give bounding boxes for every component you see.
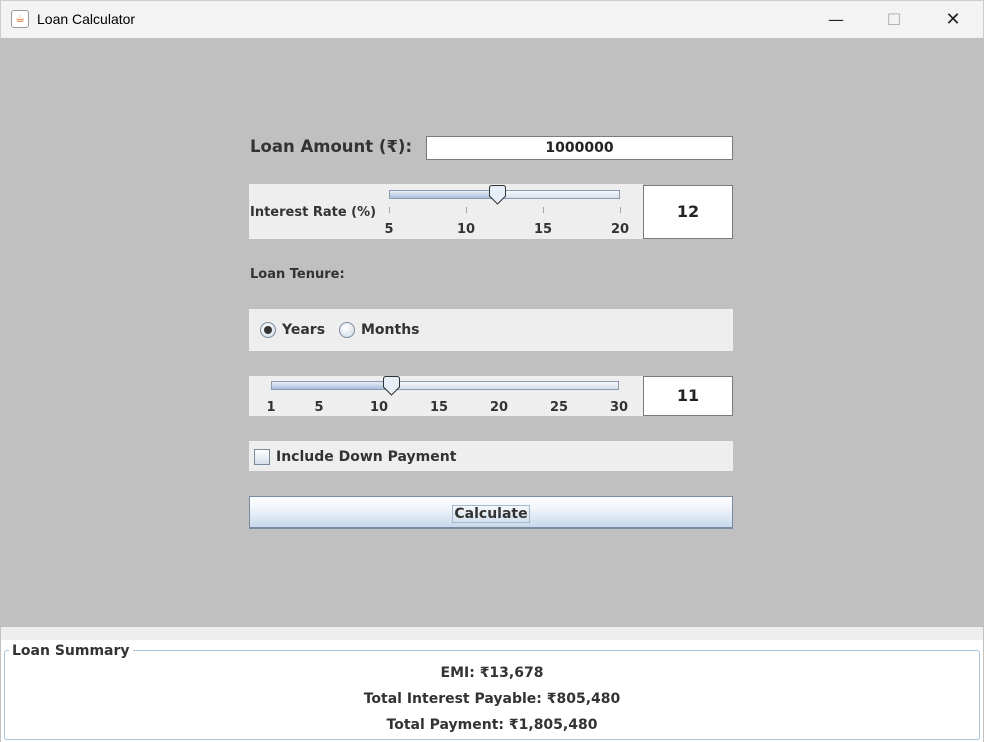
minimize-button[interactable]: — <box>807 1 865 39</box>
years-label[interactable]: Years <box>282 322 325 338</box>
tenure-tick-label: 5 <box>314 400 324 415</box>
interest_rate-tick-label: 20 <box>610 222 630 237</box>
months-radio[interactable] <box>339 322 355 338</box>
close-icon: ✕ <box>945 9 961 30</box>
emi-text: EMI: ₹13,678 <box>440 665 544 681</box>
maximize-icon: ☐ <box>886 10 902 29</box>
close-button[interactable]: ✕ <box>924 1 982 39</box>
interest-rate-value[interactable]: 12 <box>643 185 733 239</box>
minimize-icon: — <box>828 10 844 29</box>
interest_rate-tick-mark <box>543 207 544 213</box>
interest_rate-thumb[interactable] <box>488 185 507 205</box>
tenure-tick-label: 15 <box>429 400 449 415</box>
tenure-track-fill <box>272 382 392 389</box>
down-payment-label[interactable]: Include Down Payment <box>276 449 456 465</box>
interest_rate-tick-mark <box>466 207 467 213</box>
loan-tenure-label: Loan Tenure: <box>250 267 345 282</box>
interest_rate-tick-mark <box>389 207 390 213</box>
tenure-tick-label: 20 <box>489 400 509 415</box>
total-payment-text: Total Payment: ₹1,805,480 <box>386 717 598 733</box>
total-interest-text: Total Interest Payable: ₹805,480 <box>363 691 621 707</box>
tenure-tick-label: 1 <box>266 400 276 415</box>
tenure-tick-label: 30 <box>609 400 629 415</box>
interest-rate-label: Interest Rate (%) <box>250 205 377 220</box>
down-payment-checkbox[interactable] <box>254 449 270 465</box>
loan-summary-title: Loan Summary <box>9 643 133 659</box>
window-title: Loan Calculator <box>37 11 136 27</box>
interest_rate-tick-label: 5 <box>384 222 394 237</box>
months-label[interactable]: Months <box>361 322 420 338</box>
tenure-value[interactable]: 11 <box>643 376 733 416</box>
calculate-button[interactable]: Calculate <box>249 496 733 529</box>
interest_rate-tick-label: 10 <box>456 222 476 237</box>
interest_rate-track-fill <box>390 191 498 198</box>
years-radio[interactable] <box>260 322 276 338</box>
maximize-button[interactable]: ☐ <box>865 1 923 39</box>
interest_rate-tick-mark <box>620 207 621 213</box>
title-bar: ☕ Loan Calculator — ☐ ✕ <box>0 0 984 38</box>
calculate-label: Calculate <box>452 505 530 523</box>
tenure-thumb[interactable] <box>382 376 401 396</box>
tenure-tick-label: 10 <box>369 400 389 415</box>
interest_rate-tick-label: 15 <box>533 222 553 237</box>
loan-amount-label: Loan Amount (₹): <box>250 137 413 156</box>
separator-strip <box>1 627 983 640</box>
tenure-track[interactable] <box>271 381 619 390</box>
loan-amount-input[interactable]: 1000000 <box>426 136 733 160</box>
tenure-tick-label: 25 <box>549 400 569 415</box>
java-app-icon: ☕ <box>11 10 29 28</box>
